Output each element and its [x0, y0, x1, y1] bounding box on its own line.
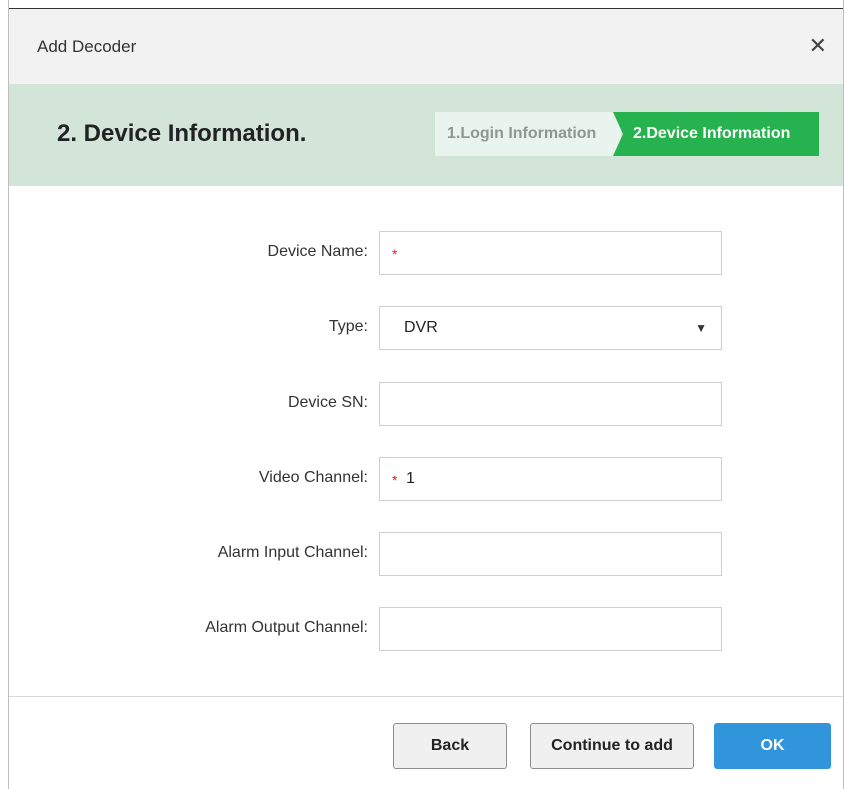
dropdown-arrow-icon: ▼	[695, 321, 707, 335]
video-channel-row: Video Channel: * 1	[9, 457, 843, 501]
type-row: Type: DVR ▼	[9, 306, 843, 350]
alarm-input-channel-input[interactable]	[379, 532, 722, 576]
add-decoder-dialog: Add Decoder ✕ 2. Device Information. 1.L…	[8, 0, 844, 789]
close-icon[interactable]: ✕	[809, 35, 827, 57]
alarm-output-label: Alarm Output Channel:	[205, 619, 368, 636]
device-name-label: Device Name:	[267, 243, 368, 260]
dialog-titlebar: Add Decoder ✕	[9, 8, 843, 85]
device-sn-input[interactable]	[379, 382, 722, 426]
device-name-row: Device Name: *	[9, 231, 843, 275]
alarm-output-row: Alarm Output Channel:	[9, 607, 843, 651]
continue-to-add-button[interactable]: Continue to add	[530, 723, 694, 769]
step-header: 2. Device Information. 1.Login Informati…	[9, 84, 843, 186]
video-channel-input[interactable]: * 1	[379, 457, 722, 501]
required-mark: *	[392, 472, 398, 488]
video-channel-value: 1	[406, 470, 415, 487]
type-selected-value: DVR	[404, 319, 438, 336]
step-indicator: 1.Login Information 2.Device Information	[435, 112, 819, 156]
ok-button[interactable]: OK	[714, 723, 831, 769]
footer-divider	[9, 696, 843, 697]
type-select[interactable]: DVR ▼	[379, 306, 722, 350]
dialog-title: Add Decoder	[37, 37, 137, 56]
video-channel-label: Video Channel:	[258, 469, 368, 486]
step-title: 2. Device Information.	[57, 120, 307, 147]
alarm-input-label: Alarm Input Channel:	[217, 544, 368, 561]
device-name-input[interactable]: *	[379, 231, 722, 275]
step-login-information: 1.Login Information	[435, 112, 621, 156]
device-sn-row: Device SN:	[9, 382, 843, 426]
type-label: Type:	[328, 318, 368, 335]
step-device-information: 2.Device Information	[613, 112, 819, 156]
required-mark: *	[392, 246, 398, 262]
back-button[interactable]: Back	[393, 723, 507, 769]
alarm-input-row: Alarm Input Channel:	[9, 532, 843, 576]
device-sn-label: Device SN:	[287, 394, 368, 411]
alarm-output-channel-input[interactable]	[379, 607, 722, 651]
